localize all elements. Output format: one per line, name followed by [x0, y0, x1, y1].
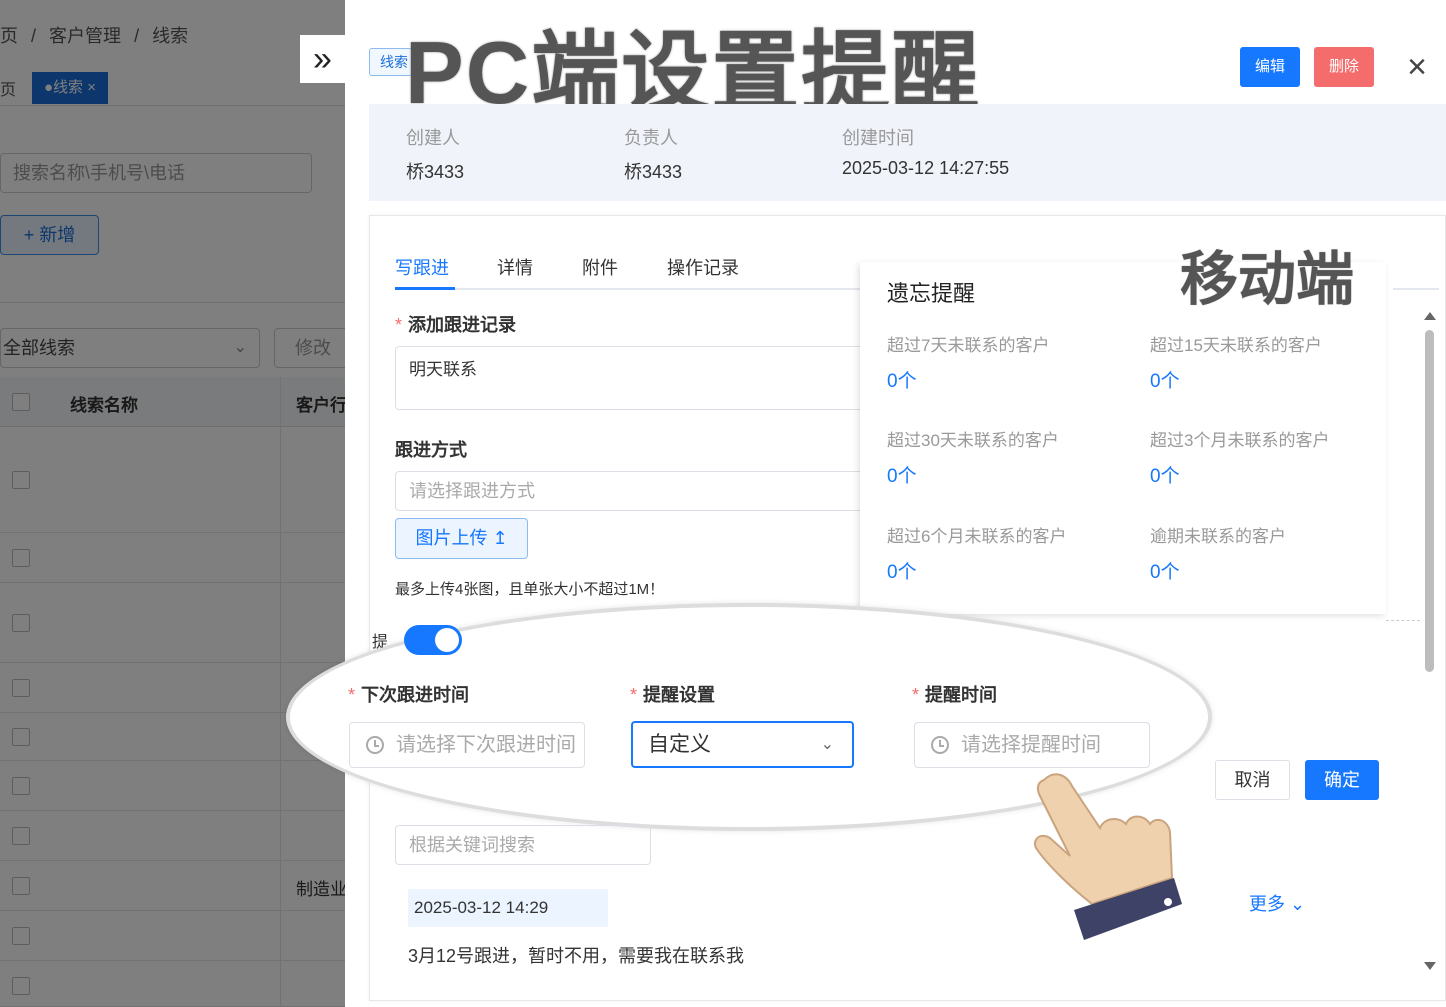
- upload-button[interactable]: 图片上传 ↥: [395, 518, 528, 559]
- remind-time-input[interactable]: 请选择提醒时间: [914, 722, 1150, 768]
- scroll-down-icon[interactable]: [1424, 962, 1436, 970]
- stat-value: 0个: [887, 371, 917, 392]
- more-link[interactable]: 更多 ⌄: [1249, 890, 1305, 916]
- stat-item[interactable]: 超过6个月未联系的客户 0个: [887, 522, 1066, 584]
- keyword-search-input[interactable]: 根据关键词搜索: [395, 825, 651, 865]
- creator-label: 创建人: [406, 128, 460, 148]
- delete-button[interactable]: 删除: [1314, 47, 1374, 87]
- clock-icon: [931, 736, 949, 754]
- meta-panel: 创建人 桥3433 负责人 桥3433 创建时间 2025-03-12 14:2…: [369, 104, 1446, 201]
- remind-toggle[interactable]: [404, 625, 462, 655]
- method-select[interactable]: 请选择跟进方式: [395, 471, 865, 511]
- tab-follow-up[interactable]: 写跟进: [395, 254, 449, 280]
- stat-value: 0个: [887, 466, 917, 487]
- next-time-input[interactable]: 请选择下次跟进时间: [349, 722, 585, 768]
- creator-value: 桥3433: [406, 162, 465, 182]
- owner-label: 负责人: [624, 128, 678, 148]
- remind-time-label: * 提醒时间: [912, 685, 998, 705]
- upload-tip: 最多上传4张图，且单张大小不超过1M！: [395, 581, 665, 598]
- record-date: 2025-03-12 14:29: [408, 889, 608, 927]
- remind-setting-select[interactable]: 自定义 ⌄: [631, 721, 854, 768]
- tab-attachments[interactable]: 附件: [582, 254, 618, 280]
- scrollbar-thumb[interactable]: [1425, 330, 1434, 672]
- mobile-tag: 移动端: [1180, 247, 1355, 312]
- next-time-label: * 下次跟进时间: [348, 685, 470, 705]
- stat-item[interactable]: 超过7天未联系的客户 0个: [887, 331, 1049, 393]
- clock-icon: [366, 736, 384, 754]
- tab-operation-log[interactable]: 操作记录: [667, 254, 739, 280]
- remind-setting-value: 自定义: [648, 733, 711, 756]
- owner-value: 桥3433: [624, 162, 683, 182]
- collapse-icon[interactable]: »: [300, 35, 345, 83]
- record-textarea[interactable]: 明天联系: [395, 346, 865, 410]
- cancel-button[interactable]: 取消: [1215, 760, 1290, 800]
- created-value: 2025-03-12 14:27:55: [842, 158, 1010, 178]
- stat-item[interactable]: 超过3个月未联系的客户 0个: [1150, 426, 1329, 488]
- stat-label: 超过7天未联系的客户: [887, 336, 1050, 355]
- chevron-down-icon: ⌄: [820, 736, 834, 753]
- method-label: 跟进方式: [395, 440, 467, 460]
- remind-time-placeholder: 请选择提醒时间: [961, 734, 1101, 756]
- pointing-hand-icon: [1034, 773, 1182, 940]
- record-content: 3月12号跟进，暂时不用，需要我在联系我: [408, 946, 745, 966]
- meta-owner: 负责人 桥3433: [624, 124, 682, 184]
- dashed-divider: [1386, 620, 1420, 621]
- stat-label: 超过15天未联系的客户: [1150, 336, 1322, 355]
- confirm-button[interactable]: 确定: [1305, 760, 1379, 800]
- next-time-placeholder: 请选择下次跟进时间: [396, 734, 576, 756]
- edit-button[interactable]: 编辑: [1240, 47, 1300, 87]
- stat-value: 0个: [1150, 466, 1180, 487]
- stat-value: 0个: [1150, 371, 1180, 392]
- stat-label: 超过3个月未联系的客户: [1150, 431, 1330, 450]
- remind-setting-label: * 提醒设置: [630, 685, 716, 705]
- meta-creator: 创建人 桥3433: [406, 124, 464, 184]
- stat-item[interactable]: 超过30天未联系的客户 0个: [887, 426, 1059, 488]
- created-label: 创建时间: [842, 128, 914, 148]
- tab-details[interactable]: 详情: [497, 254, 533, 280]
- stat-label: 逾期未联系的客户: [1150, 527, 1286, 546]
- close-icon[interactable]: ×: [1402, 50, 1432, 84]
- stat-label: 超过6个月未联系的客户: [887, 527, 1067, 546]
- meta-created: 创建时间 2025-03-12 14:27:55: [842, 124, 1009, 179]
- stat-item[interactable]: 超过15天未联系的客户 0个: [1150, 331, 1322, 393]
- mobile-title: 遗忘提醒: [887, 281, 976, 306]
- detail-tabs: 写跟进 详情 附件 操作记录: [395, 252, 863, 290]
- toggle-knob: [435, 628, 459, 652]
- add-record-label: * 添加跟进记录: [395, 315, 517, 335]
- tab-divider: [1393, 288, 1439, 290]
- stat-item[interactable]: 逾期未联系的客户 0个: [1150, 522, 1286, 584]
- modal-overlay[interactable]: [0, 0, 345, 1007]
- active-tab-indicator: [395, 287, 455, 290]
- stat-label: 超过30天未联系的客户: [887, 431, 1059, 450]
- stat-value: 0个: [887, 562, 917, 583]
- stat-value: 0个: [1150, 562, 1180, 583]
- scroll-up-icon[interactable]: [1424, 312, 1436, 320]
